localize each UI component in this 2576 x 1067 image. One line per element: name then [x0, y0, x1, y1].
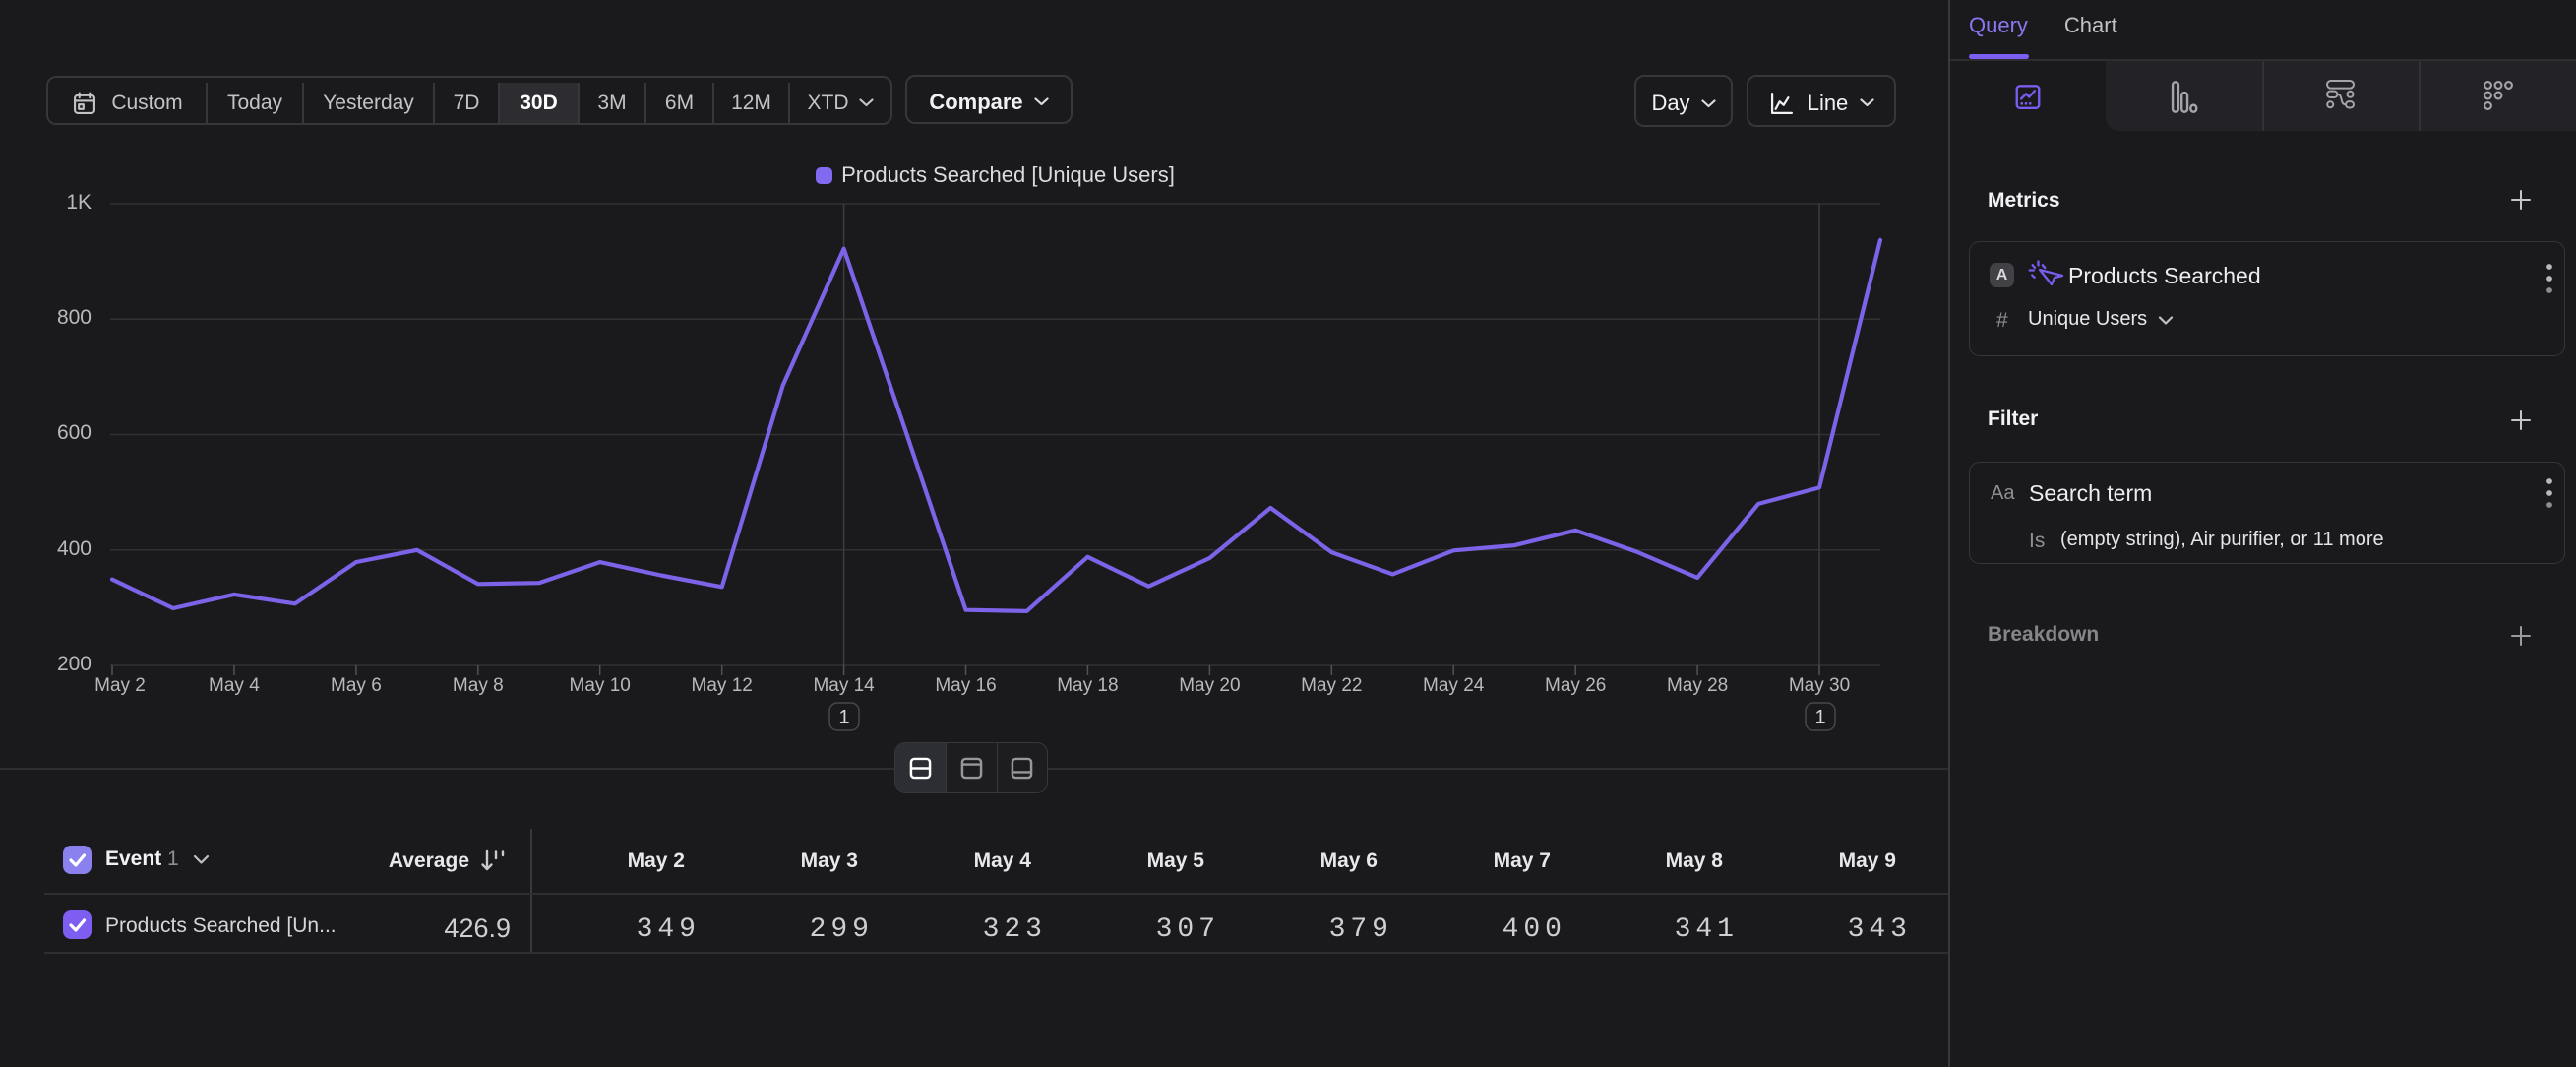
- svg-text:May 4: May 4: [209, 675, 260, 696]
- svg-text:May 18: May 18: [1057, 675, 1118, 696]
- svg-text:400: 400: [57, 537, 92, 560]
- svg-text:600: 600: [57, 421, 92, 444]
- svg-text:May 26: May 26: [1545, 675, 1606, 696]
- svg-text:May 6: May 6: [331, 675, 382, 696]
- svg-text:1: 1: [1814, 707, 1825, 728]
- svg-text:1: 1: [838, 707, 849, 728]
- svg-text:May 8: May 8: [453, 675, 504, 696]
- svg-text:1K: 1K: [66, 191, 92, 214]
- svg-text:May 16: May 16: [935, 675, 996, 696]
- svg-text:May 24: May 24: [1423, 675, 1485, 696]
- svg-text:May 20: May 20: [1179, 675, 1240, 696]
- svg-text:May 10: May 10: [570, 675, 631, 696]
- svg-text:May 22: May 22: [1301, 675, 1362, 696]
- svg-text:May 12: May 12: [692, 675, 753, 696]
- svg-text:May 14: May 14: [813, 675, 875, 696]
- svg-text:200: 200: [57, 653, 92, 675]
- svg-text:May 2: May 2: [94, 675, 146, 696]
- svg-text:800: 800: [57, 306, 92, 329]
- svg-text:May 30: May 30: [1789, 675, 1850, 696]
- svg-text:May 28: May 28: [1667, 675, 1728, 696]
